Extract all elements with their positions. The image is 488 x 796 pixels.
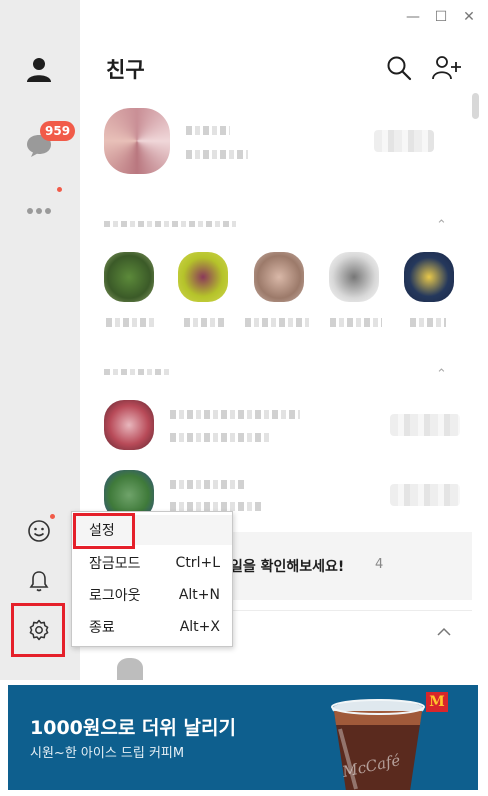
friend-row-status-2 (170, 502, 262, 511)
ad-subtitle: 시원~한 아이스 드립 커피M (30, 746, 185, 761)
my-profile-name (186, 126, 230, 135)
friend-avatar-4[interactable] (329, 252, 379, 302)
my-profile-music[interactable] (374, 130, 434, 152)
minimize-button[interactable]: — (404, 8, 422, 26)
friend-name-1 (106, 318, 156, 327)
friend-avatar-3[interactable] (254, 252, 304, 302)
friend-row-music-2[interactable] (390, 484, 460, 506)
bell-icon (29, 571, 49, 592)
menu-item-logout[interactable]: 로그아웃 Alt+N (72, 580, 232, 610)
emoticon-new-dot (50, 514, 55, 519)
friend-name-3 (245, 318, 309, 327)
unread-badge: 959 (40, 121, 76, 141)
menu-item-label: 잠금모드 (89, 556, 141, 572)
friend-avatar-2[interactable] (178, 252, 228, 302)
emoji-icon (28, 520, 50, 542)
maximize-icon: ☐ (434, 9, 448, 25)
mcdonalds-logo: M (426, 692, 448, 712)
friends-tab[interactable] (18, 48, 60, 90)
person-icon (27, 58, 51, 82)
more-icon (27, 208, 51, 214)
friend-name-4 (330, 318, 382, 327)
maximize-button[interactable]: ☐ (432, 8, 450, 26)
notice-count: 4 (375, 557, 384, 572)
menu-item-label: 로그아웃 (89, 588, 141, 604)
friend-row-status-1 (170, 433, 270, 442)
menu-item-label: 종료 (89, 620, 115, 636)
minimize-icon: — (406, 9, 420, 25)
more-new-dot (57, 187, 62, 192)
section-collapse-icon[interactable]: ⌃ (436, 218, 447, 233)
notification-button[interactable] (18, 560, 60, 602)
friend-name-5 (410, 318, 446, 327)
menu-item-shortcut: Ctrl+L (175, 555, 220, 571)
close-icon: ✕ (463, 9, 475, 25)
menu-item-lock-mode[interactable]: 잠금모드 Ctrl+L (72, 548, 232, 578)
ad-title: 1000원으로 더위 날리기 (30, 717, 236, 739)
menu-item-shortcut: Alt+X (179, 619, 220, 635)
friend-row-name-1 (170, 410, 300, 419)
friend-avatar-1[interactable] (104, 252, 154, 302)
scrollbar-thumb[interactable] (472, 93, 479, 119)
friend-row-avatar-1[interactable] (104, 400, 154, 450)
search-button[interactable] (385, 54, 415, 84)
search-icon (387, 56, 412, 81)
add-friend-button[interactable] (431, 54, 461, 84)
chevron-up-icon[interactable] (435, 625, 453, 639)
my-profile-avatar[interactable] (104, 108, 170, 174)
section-header (104, 221, 236, 227)
notice-text: 일을 확인해보세요! (230, 559, 345, 575)
add-friend-icon (432, 56, 461, 80)
friend-row-avatar-3[interactable] (117, 658, 143, 680)
iced-coffee-cup-image (331, 699, 425, 790)
close-button[interactable]: ✕ (460, 8, 478, 26)
menu-item-exit[interactable]: 종료 Alt+X (72, 612, 232, 642)
my-profile-status (186, 150, 248, 159)
settings-highlight-box (11, 603, 65, 657)
section-header-2 (104, 369, 170, 375)
friend-avatar-5[interactable] (404, 252, 454, 302)
ad-banner[interactable]: 1000원으로 더위 날리기 시원~한 아이스 드립 커피M McCafé M (8, 685, 478, 790)
page-title: 친구 (106, 58, 145, 82)
friend-row-music-1[interactable] (390, 414, 460, 436)
section-collapse-icon-2[interactable]: ⌃ (436, 367, 447, 382)
menu-item-shortcut: Alt+N (178, 587, 220, 603)
friend-name-2 (184, 318, 224, 327)
settings-item-highlight-box (73, 513, 135, 549)
more-tab[interactable] (18, 190, 60, 232)
friend-row-name-2 (170, 480, 244, 489)
